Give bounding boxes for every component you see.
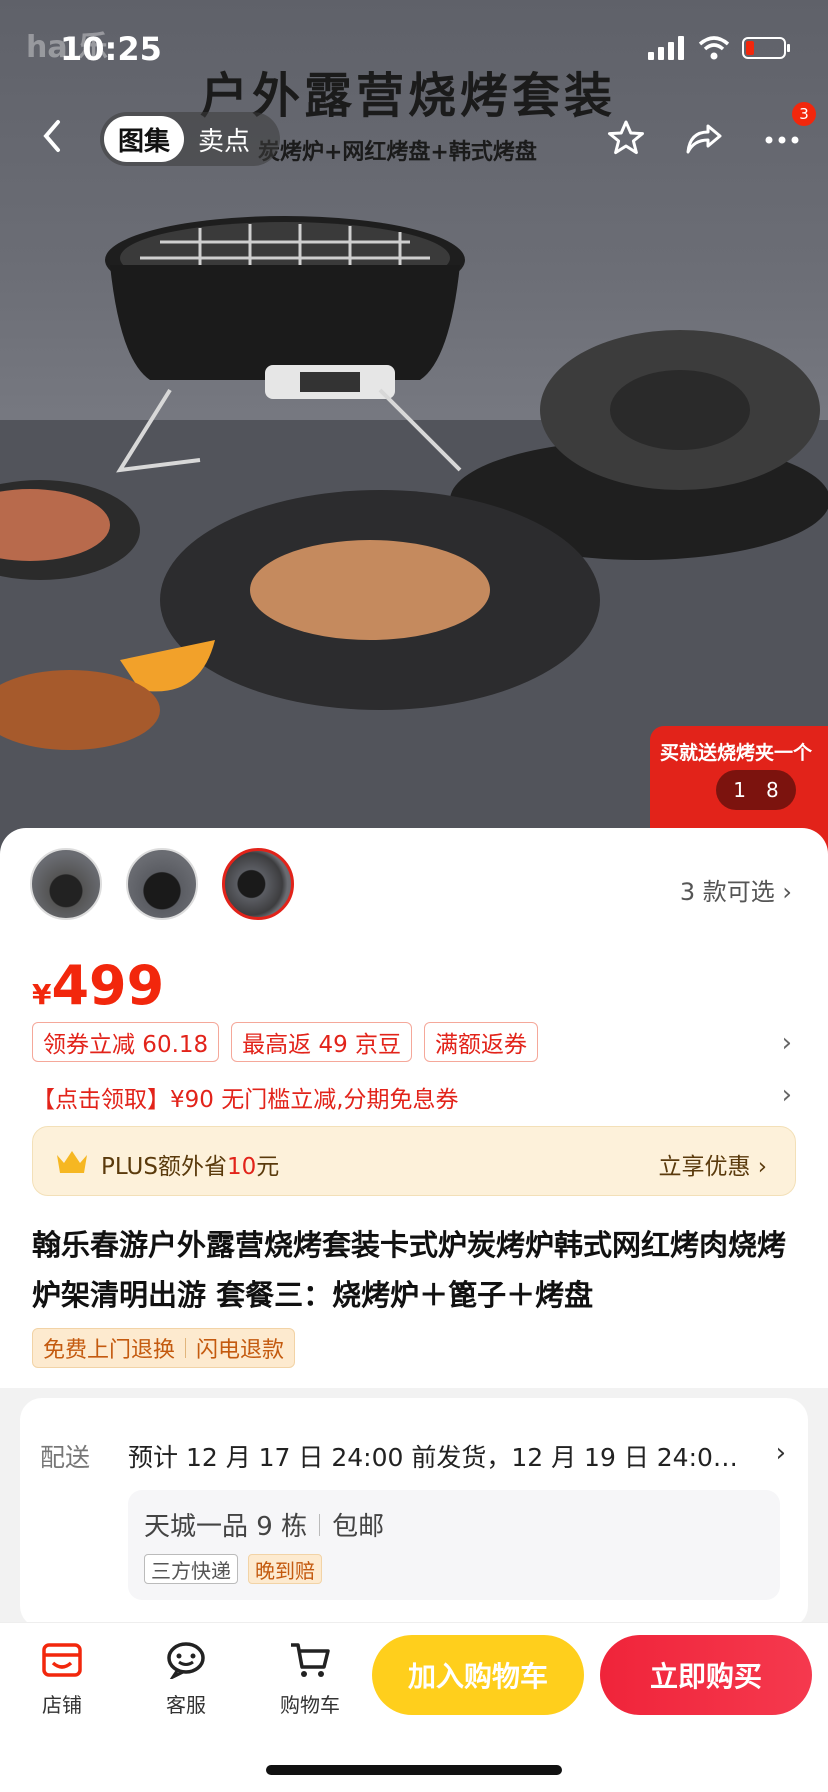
variant-thumbnails (30, 848, 294, 920)
store-icon (42, 1643, 82, 1677)
price-value: 499 (51, 954, 165, 1017)
plus-amount: 10 (226, 1154, 257, 1180)
address-divider (319, 1513, 321, 1536)
variant-thumbnail[interactable] (126, 848, 198, 920)
product-info-panel: 3 款可选 › ¥499 领券立减 60.18 最高返 49 京豆 满额返券 ›… (0, 828, 828, 1388)
nav-actions: 3 (604, 102, 816, 160)
back-button[interactable] (32, 116, 72, 156)
chevron-right-icon[interactable]: › (782, 1028, 792, 1058)
share-icon (686, 124, 722, 154)
tab-selling-points[interactable]: 卖点 (184, 116, 264, 162)
chevron-right-icon[interactable]: › (776, 1438, 786, 1468)
service-tags: 免费上门退换 闪电退款 (32, 1328, 296, 1368)
cart-icon (291, 1643, 330, 1677)
coupon-tag[interactable]: 最高返 49 京豆 (231, 1022, 413, 1062)
variant-count-link[interactable]: 3 款可选 › (680, 872, 792, 907)
coupon-list: 领券立减 60.18 最高返 49 京豆 满额返券 (32, 1022, 539, 1062)
gallery-tabs: 图集 卖点 (100, 112, 280, 166)
plus-cta[interactable]: 立享优惠 › (658, 1147, 767, 1181)
buy-now-button[interactable]: 立即购买 (600, 1635, 812, 1715)
late-compensation-chip: 晚到赔 (248, 1554, 322, 1584)
hero-subtitle: 炭烤炉+网红烤盘+韩式烤盘 (258, 140, 537, 165)
more-icon (765, 136, 799, 144)
delivery-estimate: 预计 12 月 17 日 24:00 前发货，12 月 19 日 24:00 … (128, 1443, 748, 1472)
service-tag: 免费上门退换 (43, 1338, 176, 1363)
status-time: 10:25 (60, 30, 162, 68)
tab-gallery[interactable]: 图集 (104, 116, 185, 162)
address-text: 天城一品 9 栋 (144, 1512, 308, 1542)
back-icon (43, 120, 60, 152)
chat-icon (167, 1642, 205, 1681)
promo-text: 买就送烧烤夹一个 (660, 742, 813, 764)
plus-prefix: PLUS额外省 (101, 1154, 227, 1180)
service-label: 客服 (166, 1693, 206, 1717)
store-label: 店铺 (42, 1693, 82, 1717)
plus-suffix: 元 (256, 1154, 280, 1180)
delivery-address-box[interactable]: 天城一品 9 栋 包邮 三方快递 晚到赔 (128, 1490, 780, 1600)
home-indicator (266, 1765, 562, 1775)
price: ¥499 (32, 954, 164, 1017)
delivery-chips: 三方快递 晚到赔 (144, 1554, 322, 1584)
plus-savings-text: PLUS额外省10元 (101, 1147, 279, 1181)
wifi-icon (698, 36, 730, 60)
battery-icon (742, 37, 790, 59)
star-icon (608, 120, 644, 155)
service-tag: 闪电退款 (196, 1338, 285, 1363)
shipping-text: 包邮 (332, 1512, 385, 1542)
delivery-label: 配送 (40, 1443, 91, 1472)
chevron-right-icon[interactable]: › (782, 1080, 792, 1110)
variant-thumbnail[interactable] (30, 848, 102, 920)
image-counter-current: 1 (733, 778, 746, 802)
coupon-tag[interactable]: 领券立减 60.18 (32, 1022, 220, 1062)
image-counter-total: 8 (766, 778, 779, 802)
variant-thumbnail-selected[interactable] (222, 848, 294, 920)
customer-service-button[interactable]: 客服 (146, 1641, 226, 1718)
product-title: 翰乐春游户外露营烧烤套装卡式炉炭烤炉韩式网红烤肉烧烤炉架清明出游 套餐三：烧烤炉… (32, 1228, 787, 1312)
add-to-cart-button[interactable]: 加入购物车 (372, 1635, 584, 1715)
courier-chip: 三方快递 (144, 1554, 238, 1584)
signal-icon (648, 36, 684, 60)
claim-coupon-link[interactable]: 【点击领取】¥90 无门槛立减,分期免息券 (32, 1080, 459, 1114)
bottom-action-bar: 店铺 客服 购物车 加入购物车 立即购买 (0, 1622, 828, 1792)
image-counter: 1 8 (716, 770, 796, 810)
plus-membership-bar[interactable]: PLUS额外省10元 立享优惠 › (32, 1126, 796, 1196)
delivery-address: 天城一品 9 栋 包邮 (144, 1506, 384, 1543)
cart-button[interactable]: 购物车 (270, 1641, 350, 1718)
message-badge: 3 (792, 102, 816, 126)
store-button[interactable]: 店铺 (22, 1641, 102, 1718)
cart-label: 购物车 (280, 1693, 340, 1717)
price-symbol: ¥ (32, 978, 52, 1011)
favorite-button[interactable] (604, 116, 648, 160)
crown-icon (57, 1151, 87, 1173)
coupon-tag[interactable]: 满额返券 (424, 1022, 539, 1062)
more-button[interactable]: 3 (760, 102, 816, 160)
share-button[interactable] (682, 116, 726, 160)
delivery-card[interactable]: 配送 预计 12 月 17 日 24:00 前发货，12 月 19 日 24:0… (20, 1398, 808, 1628)
status-icons (648, 36, 792, 60)
